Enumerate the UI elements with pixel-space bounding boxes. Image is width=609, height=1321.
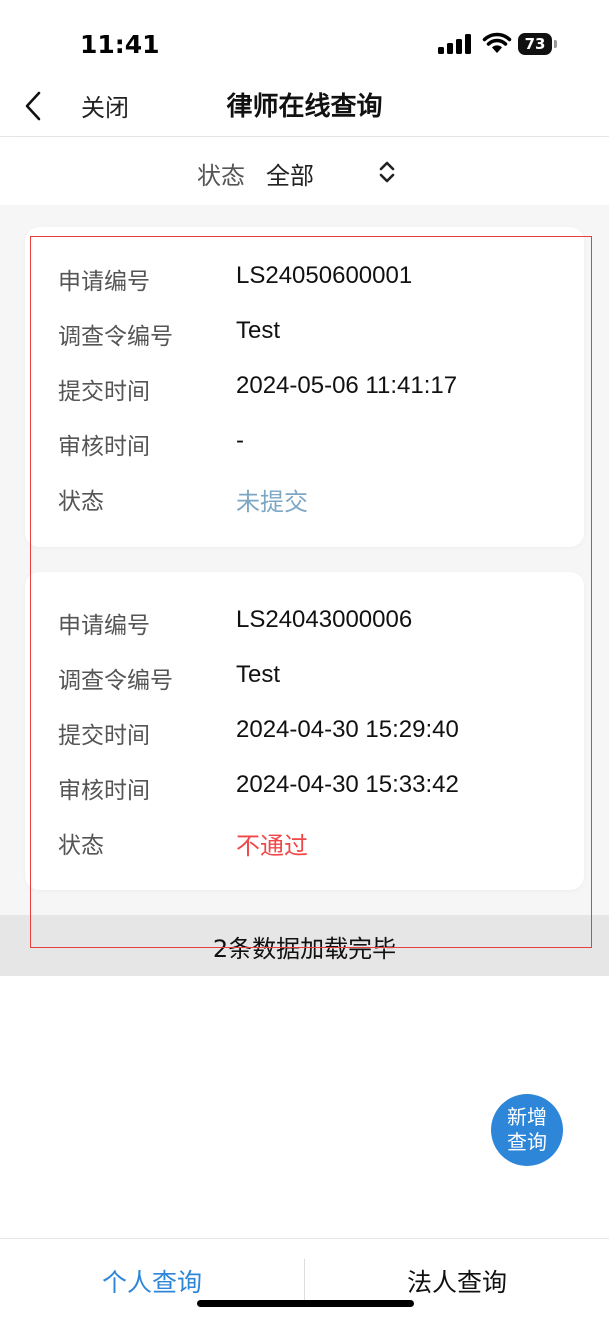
record-field-review-time: 审核时间 2024-04-30 15:33:42 bbox=[58, 771, 578, 811]
record-card[interactable]: 申请编号 LS24043000006 调查令编号 Test 提交时间 2024-… bbox=[25, 572, 584, 890]
bottom-tab-bar: 个人查询 法人查询 bbox=[0, 1238, 609, 1321]
new-query-button[interactable]: 新增 查询 bbox=[491, 1094, 563, 1166]
tab-corporate-query[interactable]: 法人查询 bbox=[305, 1263, 609, 1299]
battery-level: 73 bbox=[518, 33, 552, 55]
field-label: 申请编号 bbox=[58, 613, 150, 639]
field-label: 调查令编号 bbox=[58, 324, 173, 350]
field-label: 审核时间 bbox=[58, 434, 150, 460]
home-indicator[interactable] bbox=[197, 1300, 414, 1307]
status-filter-label: 状态 bbox=[197, 162, 245, 190]
record-field-application-no: 申请编号 LS24050600001 bbox=[58, 262, 578, 302]
field-value: 2024-04-30 15:29:40 bbox=[236, 716, 459, 743]
tab-personal-query[interactable]: 个人查询 bbox=[0, 1263, 304, 1299]
field-label: 申请编号 bbox=[58, 269, 150, 295]
field-label: 审核时间 bbox=[58, 778, 150, 804]
status-badge: 不通过 bbox=[236, 832, 308, 860]
nav-bar: 律师在线查询 关闭 bbox=[0, 80, 609, 137]
record-field-order-no: 调查令编号 Test bbox=[58, 661, 578, 701]
record-field-submit-time: 提交时间 2024-05-06 11:41:17 bbox=[58, 372, 578, 412]
field-label: 提交时间 bbox=[58, 723, 150, 749]
wifi-icon bbox=[482, 32, 512, 53]
field-label: 调查令编号 bbox=[58, 668, 173, 694]
new-query-label-line2: 查询 bbox=[507, 1130, 547, 1154]
field-label: 提交时间 bbox=[58, 379, 150, 405]
field-value: LS24050600001 bbox=[236, 262, 413, 289]
cellular-signal-icon bbox=[438, 34, 471, 54]
chevron-up-down-icon[interactable] bbox=[376, 159, 398, 185]
record-field-review-time: 审核时间 - bbox=[58, 427, 578, 467]
field-value: - bbox=[236, 427, 244, 454]
status-time: 11:41 bbox=[80, 30, 160, 59]
status-filter-value[interactable]: 全部 bbox=[266, 156, 314, 191]
record-field-application-no: 申请编号 LS24043000006 bbox=[58, 606, 578, 646]
record-field-status: 状态 未提交 bbox=[58, 482, 578, 522]
field-value: 2024-04-30 15:33:42 bbox=[236, 771, 459, 798]
record-field-status: 状态 不通过 bbox=[58, 826, 578, 866]
record-card[interactable]: 申请编号 LS24050600001 调查令编号 Test 提交时间 2024-… bbox=[25, 227, 584, 547]
load-status-text: 2条数据加载完毕 bbox=[212, 935, 397, 963]
close-button[interactable]: 关闭 bbox=[81, 88, 129, 123]
field-label: 状态 bbox=[58, 489, 104, 515]
field-value: 2024-05-06 11:41:17 bbox=[236, 372, 458, 399]
field-value: LS24043000006 bbox=[236, 606, 413, 633]
field-label: 状态 bbox=[58, 833, 104, 859]
status-badge: 未提交 bbox=[236, 488, 308, 516]
record-field-submit-time: 提交时间 2024-04-30 15:29:40 bbox=[58, 716, 578, 756]
field-value: Test bbox=[236, 661, 281, 688]
status-bar: 11:41 73 bbox=[0, 0, 609, 80]
new-query-label-line1: 新增 bbox=[507, 1105, 547, 1129]
field-value: Test bbox=[236, 317, 281, 344]
record-field-order-no: 调查令编号 Test bbox=[58, 317, 578, 357]
back-chevron-icon[interactable] bbox=[20, 88, 44, 124]
load-complete-banner: 2条数据加载完毕 bbox=[0, 915, 609, 976]
status-filter[interactable]: 状态 全部 bbox=[0, 137, 609, 205]
battery-icon: 73 bbox=[518, 33, 558, 55]
